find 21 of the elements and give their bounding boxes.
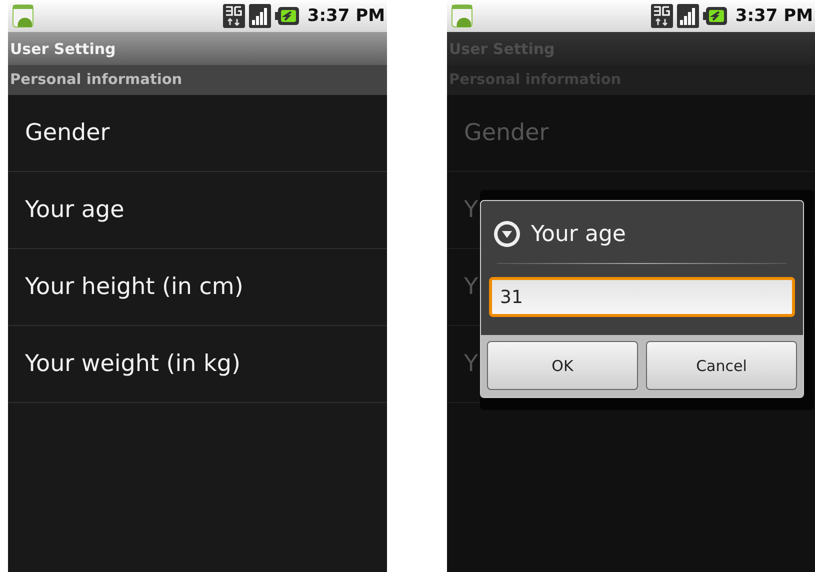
section-header: Personal information: [8, 65, 387, 95]
battery-charging-icon: [703, 6, 728, 26]
android-notification-icon: [451, 4, 473, 28]
dialog-button[interactable]: Cancel: [646, 341, 797, 390]
age-input[interactable]: 31: [489, 277, 795, 317]
dropdown-circle-icon: [493, 220, 521, 248]
app-title: User Setting: [8, 32, 387, 65]
settings-item[interactable]: Your weight (in kg): [8, 326, 387, 403]
signal-icon: [677, 4, 700, 28]
settings-item[interactable]: Your age: [8, 172, 387, 249]
3g-data-icon: [651, 4, 674, 28]
battery-charging-icon: [275, 6, 300, 26]
clock: 3:37 PM: [735, 6, 813, 26]
signal-icon: [249, 4, 272, 28]
dialog-button[interactable]: OK: [487, 341, 638, 390]
settings-item[interactable]: Your height (in cm): [8, 249, 387, 326]
clock: 3:37 PM: [307, 6, 385, 26]
android-notification-icon: [12, 4, 34, 28]
settings-item[interactable]: Gender: [8, 95, 387, 172]
dialog-title: Your age: [531, 222, 626, 246]
3g-data-icon: [223, 4, 246, 28]
